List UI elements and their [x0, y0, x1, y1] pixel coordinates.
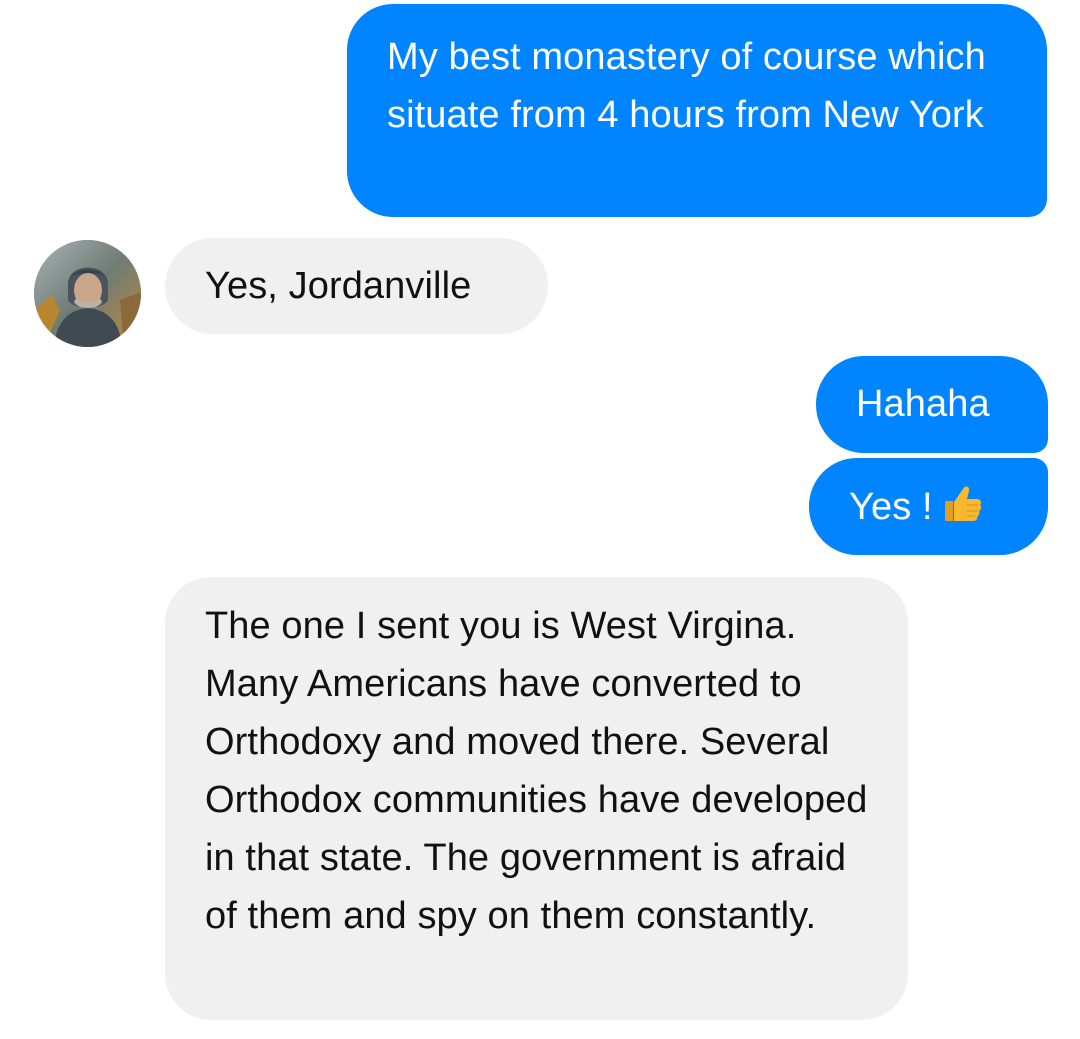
- message-bubble-outgoing[interactable]: My best monastery of course which situat…: [347, 4, 1047, 217]
- contact-avatar[interactable]: [34, 240, 141, 347]
- message-text: The one I sent you is West Virgina. Many…: [205, 605, 868, 937]
- chat-thread: My best monastery of course which situat…: [0, 0, 1080, 1039]
- message-bubble-incoming[interactable]: Yes, Jordanville: [165, 238, 548, 334]
- message-bubble-incoming[interactable]: The one I sent you is West Virgina. Many…: [165, 577, 908, 1020]
- message-bubble-outgoing[interactable]: Hahaha: [816, 356, 1048, 453]
- message-text: My best monastery of course which situat…: [387, 36, 986, 136]
- message-text: Yes, Jordanville: [205, 265, 472, 307]
- message-text: Yes !: [849, 486, 933, 528]
- avatar-photo: [34, 240, 141, 347]
- message-text: Hahaha: [856, 383, 990, 425]
- thumbs-up-emoji-icon: [939, 481, 983, 542]
- message-bubble-outgoing[interactable]: Yes !: [809, 458, 1048, 555]
